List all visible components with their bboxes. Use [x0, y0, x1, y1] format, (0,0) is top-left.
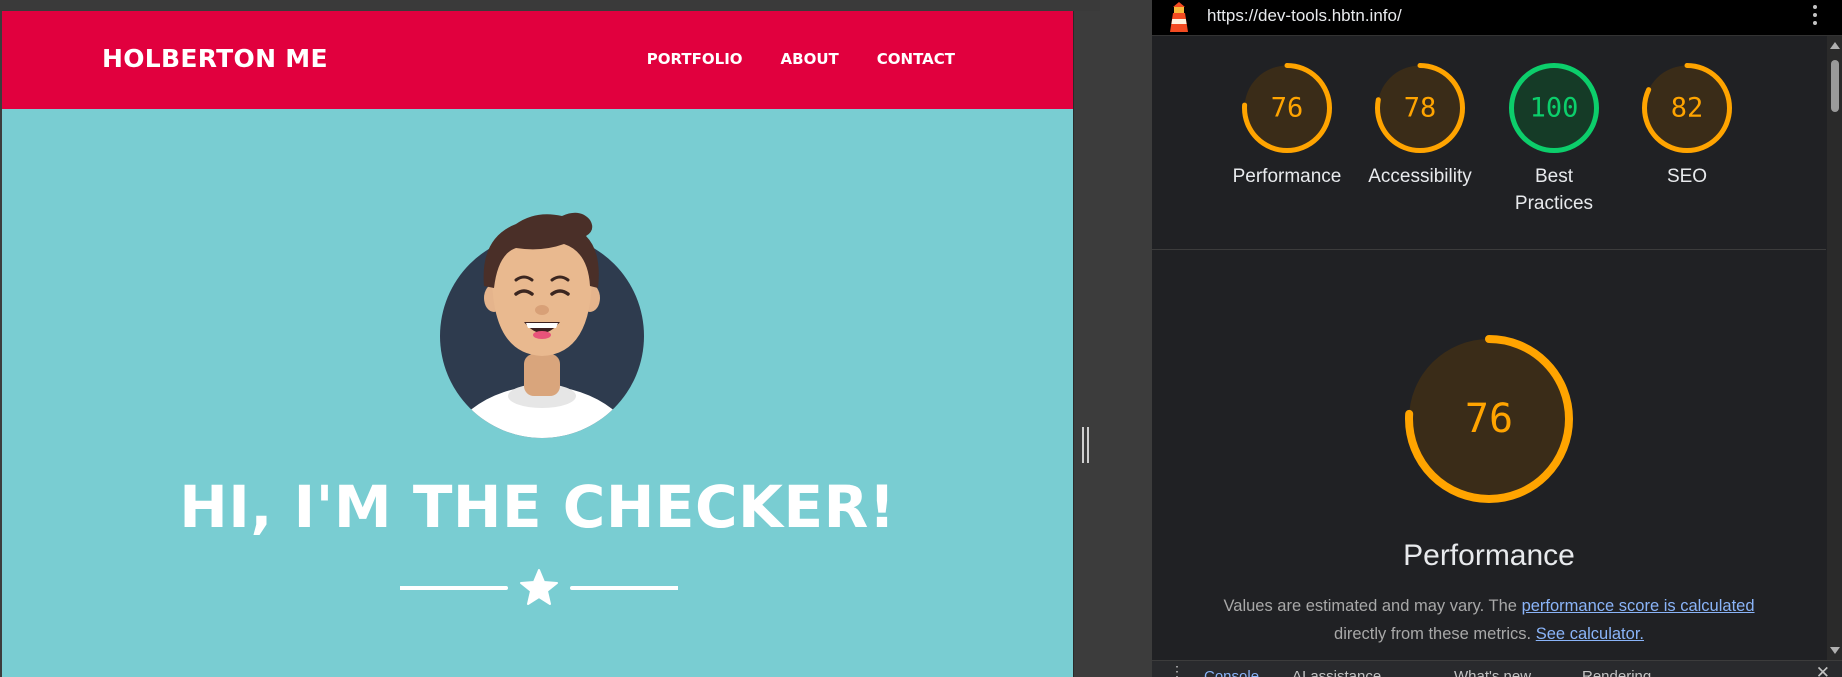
gauge-accessibility: 78	[1375, 63, 1465, 153]
devtools-panel: https://dev-tools.hbtn.info/ 76 Performa…	[1151, 0, 1842, 677]
score-note: Values are estimated and may vary. The p…	[1152, 592, 1826, 648]
report-url[interactable]: https://dev-tools.hbtn.info/	[1207, 6, 1402, 26]
gauge-value: 82	[1671, 93, 1704, 124]
performance-score-link[interactable]: performance score is calculated	[1522, 597, 1755, 615]
score-label: SEO	[1666, 166, 1708, 187]
star-icon	[520, 569, 558, 605]
gauge-best-practices: 100	[1509, 63, 1599, 153]
close-drawer-icon[interactable]: ✕	[1816, 663, 1830, 677]
score-note-line-2: directly from these metrics. See calcula…	[1152, 620, 1826, 648]
nav-link-contact[interactable]: CONTACT	[877, 50, 955, 68]
drawer-tab-whats-new[interactable]: What's new	[1454, 668, 1531, 677]
score-label: Accessibility	[1368, 166, 1472, 187]
resize-handle[interactable]	[1081, 427, 1091, 463]
score-best-practices[interactable]: 100 Best Practices	[1487, 62, 1621, 217]
nav-link-about[interactable]: ABOUT	[781, 50, 839, 68]
score-label: Performance	[1232, 166, 1342, 187]
devtools-drawer: ⋮ Console AI assistance What's new Rende…	[1152, 660, 1842, 677]
score-accessibility[interactable]: 78 Accessibility	[1353, 62, 1487, 190]
gauge-value: 78	[1404, 93, 1437, 124]
gauge-performance-large: 76	[1405, 335, 1573, 503]
score-summary: 76 Performance 78 Accessibility 100 Best…	[1152, 36, 1826, 250]
drawer-menu-icon[interactable]: ⋮	[1170, 664, 1184, 677]
score-label: Best Practices	[1487, 163, 1621, 217]
lighthouse-url-bar: https://dev-tools.hbtn.info/	[1152, 0, 1842, 36]
scroll-down-arrow-icon[interactable]	[1830, 647, 1840, 654]
page-preview: HOLBERTON ME PORTFOLIO ABOUT CONTACT HI,…	[2, 11, 1074, 677]
gauge-value: 76	[1271, 93, 1304, 124]
score-performance[interactable]: 76 Performance	[1220, 62, 1354, 190]
site-nav: PORTFOLIO ABOUT CONTACT	[647, 50, 955, 68]
score-note-text: Values are estimated and may vary. The	[1223, 597, 1522, 615]
drawer-tab-console[interactable]: Console	[1204, 668, 1259, 677]
site-header: HOLBERTON ME PORTFOLIO ABOUT CONTACT	[2, 11, 1073, 109]
preview-gutter	[1074, 11, 1151, 677]
scroll-up-arrow-icon[interactable]	[1830, 42, 1840, 49]
see-calculator-link[interactable]: See calculator.	[1536, 625, 1644, 643]
more-options-icon[interactable]	[1812, 3, 1818, 29]
performance-title: Performance	[1403, 539, 1575, 572]
gauge-value: 100	[1530, 93, 1579, 124]
lighthouse-icon	[1170, 2, 1188, 32]
score-seo[interactable]: 82 SEO	[1620, 62, 1754, 190]
score-label-line: Practices	[1514, 193, 1594, 214]
avatar-illustration	[440, 212, 644, 438]
gauge-seo: 82	[1642, 63, 1732, 153]
star-divider	[400, 569, 678, 605]
drawer-tab-ai-assistance[interactable]: AI assistance	[1292, 668, 1381, 677]
score-note-text: directly from these metrics.	[1334, 625, 1532, 643]
top-strip	[0, 0, 1100, 11]
hero-title: HI, I'M THE CHECKER!	[179, 473, 896, 541]
scrollbar-thumb[interactable]	[1831, 60, 1839, 112]
performance-detail: 76 Performance Values are estimated and …	[1152, 250, 1826, 660]
gauge-value: 76	[1465, 396, 1513, 442]
scrollbar[interactable]	[1827, 36, 1842, 660]
gauge-performance: 76	[1242, 63, 1332, 153]
nav-link-portfolio[interactable]: PORTFOLIO	[647, 50, 743, 68]
drawer-tab-rendering[interactable]: Rendering	[1582, 668, 1651, 677]
score-label-line: Best	[1534, 166, 1574, 187]
score-note-line-1: Values are estimated and may vary. The p…	[1152, 592, 1826, 620]
site-brand[interactable]: HOLBERTON ME	[102, 44, 328, 73]
